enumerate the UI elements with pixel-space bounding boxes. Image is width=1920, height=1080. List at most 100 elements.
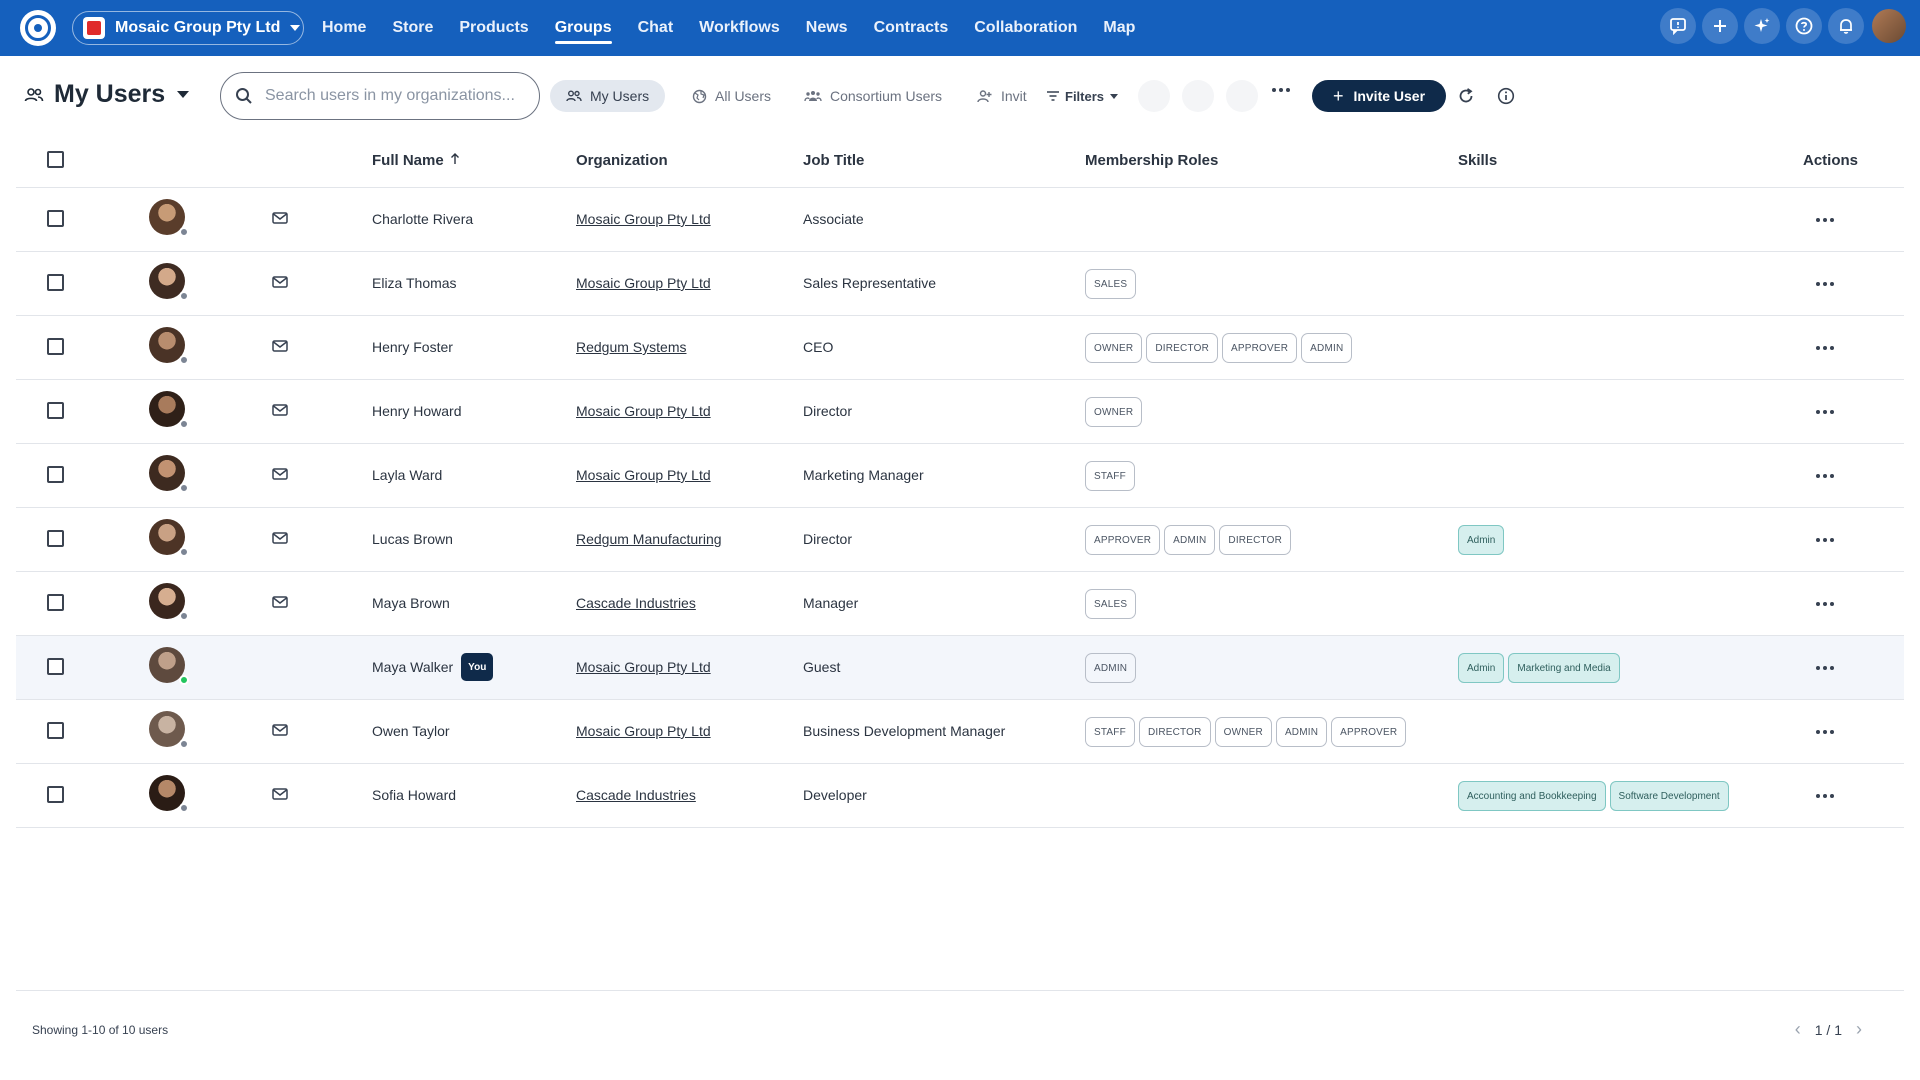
table-row[interactable]: Henry Howard Mosaic Group Pty Ltd Director… — [16, 380, 1904, 444]
mail-icon[interactable] — [272, 276, 288, 288]
organization-link[interactable]: Mosaic Group Pty Ltd — [576, 403, 711, 419]
row-actions-icon[interactable] — [1816, 794, 1837, 798]
mail-icon[interactable] — [272, 532, 288, 544]
sparkle-icon[interactable] — [1744, 8, 1780, 44]
row-checkbox[interactable] — [47, 594, 64, 611]
column-header-membership-roles[interactable]: Membership Roles — [1085, 152, 1218, 169]
row-actions-icon[interactable] — [1816, 346, 1837, 350]
presence-status-icon — [179, 419, 189, 429]
table-row[interactable]: Charlotte Rivera Mosaic Group Pty Ltd Asso… — [16, 188, 1904, 252]
column-header-skills[interactable]: Skills — [1458, 152, 1497, 169]
feedback-icon[interactable] — [1660, 8, 1696, 44]
page-title-dropdown[interactable]: My Users — [24, 80, 190, 109]
user-search[interactable] — [220, 72, 540, 120]
select-all-checkbox[interactable] — [47, 151, 64, 168]
app-logo[interactable] — [20, 10, 56, 46]
row-checkbox[interactable] — [47, 210, 64, 227]
mail-icon[interactable] — [272, 212, 288, 224]
mail-icon[interactable] — [272, 788, 288, 800]
organization-link[interactable]: Mosaic Group Pty Ltd — [576, 659, 711, 675]
row-actions-icon[interactable] — [1816, 730, 1837, 734]
more-options-icon[interactable] — [1272, 88, 1293, 92]
page-indicator: 1 / 1 — [1814, 1021, 1842, 1038]
nav-item-chat[interactable]: Chat — [638, 0, 674, 56]
column-header-job-title[interactable]: Job Title — [803, 152, 864, 169]
organization-link[interactable]: Mosaic Group Pty Ltd — [576, 467, 711, 483]
organization-link[interactable]: Mosaic Group Pty Ltd — [576, 723, 711, 739]
plus-icon[interactable] — [1702, 8, 1738, 44]
tab-invites[interactable]: Invit — [960, 80, 1043, 112]
nav-item-collaboration[interactable]: Collaboration — [974, 0, 1077, 56]
table-footer: Showing 1-10 of 10 users ‹ 1 / 1 › — [16, 990, 1904, 1080]
organization-link[interactable]: Mosaic Group Pty Ltd — [576, 211, 711, 227]
nav-item-workflows[interactable]: Workflows — [699, 0, 780, 56]
organization-link[interactable]: Cascade Industries — [576, 595, 696, 611]
nav-item-map[interactable]: Map — [1103, 0, 1135, 56]
table-row[interactable]: Henry Foster Redgum Systems CEO OWNER DIRECT… — [16, 316, 1904, 380]
invite-user-button[interactable]: + Invite User — [1312, 80, 1446, 112]
row-checkbox[interactable] — [47, 466, 64, 483]
row-checkbox[interactable] — [47, 722, 64, 739]
organization-link[interactable]: Redgum Manufacturing — [576, 531, 722, 547]
job-title: Marketing Manager — [803, 467, 924, 483]
user-avatar[interactable] — [1872, 9, 1906, 43]
role-badge: ADMIN — [1085, 653, 1137, 683]
row-actions-icon[interactable] — [1816, 474, 1837, 478]
chevron-right-icon[interactable]: › — [1856, 1019, 1862, 1040]
tab-label: Consortium Users — [830, 88, 943, 104]
refresh-icon[interactable] — [1454, 84, 1478, 108]
role-badge: DIRECTOR — [1219, 525, 1292, 555]
info-icon[interactable] — [1494, 84, 1518, 108]
filters-dropdown[interactable]: Filters — [1046, 80, 1119, 112]
organization-switcher[interactable]: Mosaic Group Pty Ltd — [72, 11, 304, 45]
mail-icon[interactable] — [272, 404, 288, 416]
nav-item-groups[interactable]: Groups — [554, 0, 612, 56]
user-name: Lucas Brown — [372, 531, 453, 547]
membership-roles: APPROVER ADMIN DIRECTOR — [1085, 525, 1295, 555]
organization-link[interactable]: Mosaic Group Pty Ltd — [576, 275, 711, 291]
mail-icon[interactable] — [272, 724, 288, 736]
row-checkbox[interactable] — [47, 402, 64, 419]
role-badge: APPROVER — [1085, 525, 1161, 555]
table-row[interactable]: Maya Brown Cascade Industries Manager SALES — [16, 572, 1904, 636]
table-row[interactable]: Layla Ward Mosaic Group Pty Ltd Marketing … — [16, 444, 1904, 508]
table-row[interactable]: Owen Taylor Mosaic Group Pty Ltd Business … — [16, 700, 1904, 764]
row-actions-icon[interactable] — [1816, 666, 1837, 670]
mail-icon[interactable] — [272, 596, 288, 608]
nav-item-store[interactable]: Store — [392, 0, 433, 56]
row-actions-icon[interactable] — [1816, 410, 1837, 414]
mail-icon[interactable] — [272, 468, 288, 480]
nav-item-news[interactable]: News — [806, 0, 848, 56]
mail-icon[interactable] — [272, 340, 288, 352]
row-checkbox[interactable] — [47, 786, 64, 803]
tab-consortium-users[interactable]: Consortium Users — [788, 80, 958, 112]
tab-all-users[interactable]: All Users — [676, 80, 787, 112]
chevron-left-icon[interactable]: ‹ — [1795, 1019, 1801, 1040]
column-header-full-name[interactable]: Full Name — [372, 152, 460, 169]
tab-my-users[interactable]: My Users — [550, 80, 666, 112]
column-header-organization[interactable]: Organization — [576, 152, 668, 169]
table-row[interactable]: Maya Walker You Mosaic Group Pty Ltd Guest A… — [16, 636, 1904, 700]
organization-link[interactable]: Redgum Systems — [576, 339, 686, 355]
organization-link[interactable]: Cascade Industries — [576, 787, 696, 803]
nav-item-products[interactable]: Products — [459, 0, 528, 56]
bell-icon[interactable] — [1828, 8, 1864, 44]
membership-roles: SALES — [1085, 269, 1140, 299]
help-icon[interactable] — [1786, 8, 1822, 44]
row-checkbox[interactable] — [47, 530, 64, 547]
membership-roles: SALES — [1085, 589, 1140, 619]
row-actions-icon[interactable] — [1816, 218, 1837, 222]
org-logo-icon — [83, 17, 105, 39]
search-input[interactable] — [265, 87, 525, 105]
nav-item-home[interactable]: Home — [322, 0, 366, 56]
table-row[interactable]: Eliza Thomas Mosaic Group Pty Ltd Sales Re… — [16, 252, 1904, 316]
table-row[interactable]: Sofia Howard Cascade Industries Developer A… — [16, 764, 1904, 828]
row-checkbox[interactable] — [47, 338, 64, 355]
table-row[interactable]: Lucas Brown Redgum Manufacturing Director A… — [16, 508, 1904, 572]
nav-item-contracts[interactable]: Contracts — [874, 0, 949, 56]
row-checkbox[interactable] — [47, 274, 64, 291]
row-actions-icon[interactable] — [1816, 602, 1837, 606]
row-checkbox[interactable] — [47, 658, 64, 675]
row-actions-icon[interactable] — [1816, 282, 1837, 286]
row-actions-icon[interactable] — [1816, 538, 1837, 542]
